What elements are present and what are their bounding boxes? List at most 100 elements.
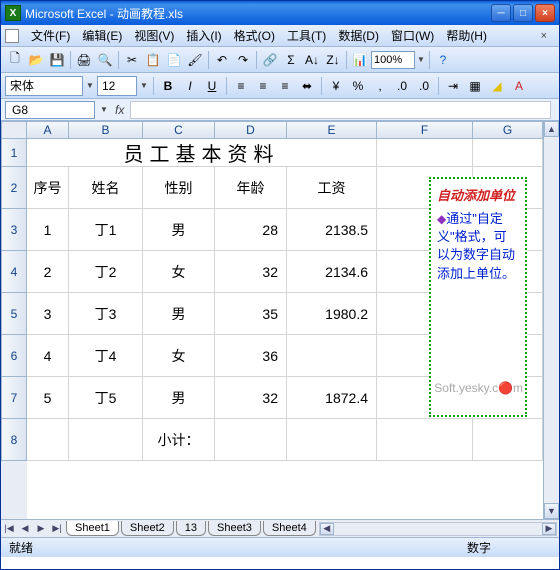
cell[interactable]: 丁1 [69,209,143,251]
decrease-decimal-button[interactable]: .0 [414,76,434,96]
chevron-down-icon[interactable]: ▼ [139,81,149,90]
cell[interactable]: 小计： [143,419,215,461]
zoom-dropdown-icon[interactable]: ▼ [416,55,426,64]
cell[interactable]: 丁3 [69,293,143,335]
row-header[interactable]: 2 [1,167,27,209]
grid-main[interactable]: ABCDEFG 员工基本资料序号姓名性别年龄工资1丁1男282138.52丁2女… [27,121,543,519]
font-name-select[interactable]: 宋体 [5,76,83,96]
cell[interactable]: 女 [143,335,215,377]
zoom-select[interactable]: 100% [371,51,415,69]
cell[interactable]: 3 [27,293,69,335]
comma-button[interactable]: , [370,76,390,96]
cell[interactable]: 丁5 [69,377,143,419]
font-size-select[interactable]: 12 [97,76,137,96]
cell[interactable]: 2134.6 [287,251,377,293]
paste-button[interactable]: 📄 [164,50,184,70]
help-button[interactable]: ? [433,50,453,70]
name-box[interactable]: G8 [5,101,95,119]
cell[interactable] [377,419,473,461]
sort-desc-button[interactable]: Z↓ [323,50,343,70]
underline-button[interactable]: U [202,76,222,96]
align-left-button[interactable]: ≡ [231,76,251,96]
cell[interactable] [215,419,287,461]
scroll-thumb[interactable] [544,137,559,503]
currency-button[interactable]: ¥ [326,76,346,96]
minimize-button[interactable]: ─ [491,4,511,22]
cell[interactable] [377,139,473,167]
cell[interactable]: 年龄 [215,167,287,209]
align-center-button[interactable]: ≡ [253,76,273,96]
cell[interactable]: 性别 [143,167,215,209]
undo-button[interactable]: ↶ [212,50,232,70]
menu-view[interactable]: 视图(V) [128,25,180,46]
new-button[interactable]: 🗋 [5,50,25,70]
title-cell[interactable]: 员工基本资料 [27,139,377,167]
cell[interactable]: 4 [27,335,69,377]
scroll-down-icon[interactable]: ▼ [544,503,559,519]
cell[interactable] [473,139,543,167]
cell[interactable]: 1980.2 [287,293,377,335]
chevron-down-icon[interactable]: ▼ [85,81,95,90]
scroll-up-icon[interactable]: ▲ [544,121,559,137]
row-header[interactable]: 3 [1,209,27,251]
scroll-left-icon[interactable]: ◀ [320,523,334,535]
cell[interactable]: 5 [27,377,69,419]
fill-color-button[interactable]: ◢ [487,76,507,96]
formula-input[interactable] [130,101,551,119]
cell[interactable]: 28 [215,209,287,251]
indent-button[interactable]: ⇥ [443,76,463,96]
menu-window[interactable]: 窗口(W) [385,25,440,46]
open-button[interactable]: 📂 [26,50,46,70]
cell[interactable]: 2138.5 [287,209,377,251]
maximize-button[interactable]: □ [513,4,533,22]
autosum-button[interactable]: Σ [281,50,301,70]
column-header[interactable]: C [143,121,215,139]
scroll-right-icon[interactable]: ▶ [542,523,556,535]
tab-last-icon[interactable]: ▶| [49,521,65,537]
row-header[interactable]: 1 [1,139,27,167]
cell[interactable]: 36 [215,335,287,377]
row-header[interactable]: 6 [1,335,27,377]
cell[interactable]: 姓名 [69,167,143,209]
column-header[interactable]: B [69,121,143,139]
cell[interactable]: 女 [143,251,215,293]
cell[interactable]: 男 [143,377,215,419]
cell[interactable]: 男 [143,293,215,335]
bold-button[interactable]: B [158,76,178,96]
menu-file[interactable]: 文件(F) [25,25,76,46]
align-right-button[interactable]: ≡ [275,76,295,96]
sheet-tab[interactable]: Sheet3 [208,521,261,536]
menu-format[interactable]: 格式(O) [228,25,281,46]
column-header[interactable]: G [473,121,543,139]
vertical-scrollbar[interactable]: ▲ ▼ [543,121,559,519]
cell[interactable]: 2 [27,251,69,293]
menu-help[interactable]: 帮助(H) [440,25,493,46]
cell[interactable]: 32 [215,377,287,419]
sheet-tab[interactable]: Sheet4 [263,521,316,536]
row-header[interactable]: 7 [1,377,27,419]
cell[interactable]: 1872.4 [287,377,377,419]
sort-asc-button[interactable]: A↓ [302,50,322,70]
menu-edit[interactable]: 编辑(E) [76,25,128,46]
link-button[interactable]: 🔗 [260,50,280,70]
row-header[interactable]: 4 [1,251,27,293]
close-button[interactable]: × [535,4,555,22]
menu-insert[interactable]: 插入(I) [180,25,227,46]
cell[interactable] [287,419,377,461]
cut-button[interactable]: ✂ [122,50,142,70]
menu-tools[interactable]: 工具(T) [281,25,332,46]
cell[interactable]: 丁4 [69,335,143,377]
chart-button[interactable]: 📊 [350,50,370,70]
sheet-tab[interactable]: 13 [176,521,206,536]
cell[interactable]: 丁2 [69,251,143,293]
tab-first-icon[interactable]: |◀ [1,521,17,537]
cell[interactable] [69,419,143,461]
cell[interactable] [27,419,69,461]
cell[interactable] [287,335,377,377]
menu-data[interactable]: 数据(D) [332,25,385,46]
increase-decimal-button[interactable]: .0 [392,76,412,96]
namebox-dropdown-icon[interactable]: ▼ [99,105,109,114]
tab-prev-icon[interactable]: ◀ [17,521,33,537]
percent-button[interactable]: % [348,76,368,96]
save-button[interactable]: 💾 [47,50,67,70]
